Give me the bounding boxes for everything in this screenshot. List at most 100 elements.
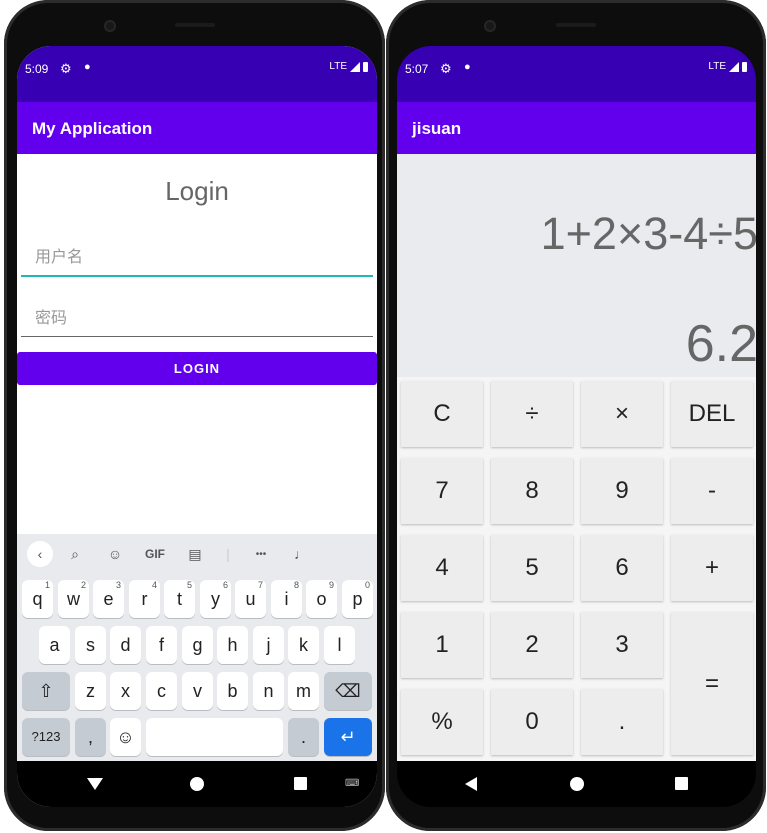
status-bar: 5:07 ⚙ ● LTE — [397, 46, 756, 102]
clear-button[interactable]: C — [401, 381, 483, 447]
digit-2-button[interactable]: 2 — [491, 612, 573, 678]
username-input[interactable] — [21, 241, 373, 277]
digit-3-button[interactable]: 3 — [581, 612, 663, 678]
digit-0-button[interactable]: 0 — [491, 689, 573, 755]
key-u[interactable]: u7 — [235, 580, 266, 618]
key-y[interactable]: y6 — [200, 580, 231, 618]
phone-right: 5:07 ⚙ ● LTE jisuan 1+2×3-4÷5 6.2 C ÷ × … — [386, 0, 766, 831]
key-p[interactable]: p0 — [342, 580, 373, 618]
backspace-key-icon[interactable]: ⌫ — [324, 672, 372, 710]
key-e[interactable]: e3 — [93, 580, 124, 618]
nav-home-icon[interactable] — [570, 777, 584, 791]
key-v[interactable]: v — [182, 672, 213, 710]
front-camera — [484, 20, 496, 32]
key-number-hint: 5 — [186, 580, 192, 590]
digit-4-button[interactable]: 4 — [401, 535, 483, 601]
key-row-bottom: ?123 , ☺ . ↵ — [17, 718, 377, 756]
digit-1-button[interactable]: 1 — [401, 612, 483, 678]
key-f[interactable]: f — [146, 626, 177, 664]
sticker-icon[interactable]: ☺ — [95, 546, 135, 562]
key-m[interactable]: m — [288, 672, 319, 710]
key-o[interactable]: o9 — [306, 580, 337, 618]
expression-text: 1+2×3-4÷5 — [540, 208, 756, 259]
plus-button[interactable]: + — [671, 535, 753, 601]
space-key[interactable] — [146, 718, 283, 756]
nav-back-down-icon[interactable] — [87, 778, 103, 790]
comma-key[interactable]: , — [75, 718, 106, 756]
key-d[interactable]: d — [110, 626, 141, 664]
result-text: 6.2 — [685, 315, 756, 373]
key-k[interactable]: k — [288, 626, 319, 664]
battery-icon — [742, 61, 747, 72]
key-g[interactable]: g — [182, 626, 213, 664]
key-number-hint: 6 — [222, 580, 228, 590]
divide-button[interactable]: ÷ — [491, 381, 573, 447]
key-x[interactable]: x — [110, 672, 141, 710]
symbols-key[interactable]: ?123 — [22, 718, 70, 756]
key-t[interactable]: t5 — [164, 580, 195, 618]
key-row-2: a s d f g h j k l — [17, 626, 377, 664]
emoji-key-icon[interactable]: ☺ — [110, 718, 141, 756]
key-number-hint: 2 — [80, 580, 86, 590]
notification-dot-icon: ● — [464, 61, 471, 73]
clipboard-icon[interactable]: ▤ — [175, 546, 215, 563]
key-letter: p — [352, 589, 363, 609]
key-r[interactable]: r4 — [129, 580, 160, 618]
navigation-bar — [397, 761, 756, 807]
app-title: My Application — [32, 119, 153, 138]
search-icon[interactable]: ⌕ — [55, 546, 95, 563]
calculator-display: 1+2×3-4÷5 6.2 — [397, 154, 756, 377]
collapse-toolbar-button[interactable]: ‹ — [27, 541, 53, 567]
login-button[interactable]: LOGIN — [17, 352, 377, 385]
key-i[interactable]: i8 — [271, 580, 302, 618]
key-l[interactable]: l — [324, 626, 355, 664]
key-h[interactable]: h — [217, 626, 248, 664]
status-time: 5:07 — [405, 62, 429, 76]
digit-8-button[interactable]: 8 — [491, 458, 573, 524]
gif-button[interactable]: GIF — [135, 547, 175, 561]
key-number-hint: 3 — [115, 580, 121, 590]
nav-back-icon[interactable] — [465, 777, 477, 791]
key-letter: e — [103, 589, 114, 609]
phone-left: 5:09 ⚙ ● LTE My Application Login LOGIN … — [4, 0, 385, 831]
nav-recents-icon[interactable] — [294, 777, 307, 790]
decimal-point-button[interactable]: . — [581, 689, 663, 755]
key-number-hint: 1 — [44, 580, 50, 590]
nav-home-icon[interactable] — [190, 777, 204, 791]
app-bar: jisuan — [397, 102, 756, 154]
earpiece — [556, 23, 596, 27]
signal-icon — [350, 61, 360, 72]
key-a[interactable]: a — [39, 626, 70, 664]
shift-key-icon[interactable]: ⇧ — [22, 672, 70, 710]
delete-button[interactable]: DEL — [671, 381, 753, 447]
battery-icon — [363, 61, 368, 72]
microphone-icon[interactable]: ♩ — [281, 546, 321, 562]
key-number-hint: 7 — [257, 580, 263, 590]
key-s[interactable]: s — [75, 626, 106, 664]
key-n[interactable]: n — [253, 672, 284, 710]
nav-recents-icon[interactable] — [675, 777, 688, 790]
signal-icon — [729, 61, 739, 72]
login-form: Login LOGIN — [17, 154, 377, 534]
digit-9-button[interactable]: 9 — [581, 458, 663, 524]
settings-gear-icon: ⚙ — [60, 61, 72, 76]
key-row-1: q1 w2 e3 r4 t5 y6 u7 i8 o9 p0 — [17, 580, 377, 618]
key-b[interactable]: b — [217, 672, 248, 710]
minus-button[interactable]: - — [671, 458, 753, 524]
key-j[interactable]: j — [253, 626, 284, 664]
digit-5-button[interactable]: 5 — [491, 535, 573, 601]
key-c[interactable]: c — [146, 672, 177, 710]
digit-6-button[interactable]: 6 — [581, 535, 663, 601]
password-input[interactable] — [21, 301, 373, 337]
percent-button[interactable]: % — [401, 689, 483, 755]
equals-button[interactable]: = — [671, 612, 753, 755]
key-q[interactable]: q1 — [22, 580, 53, 618]
keyboard-switch-icon[interactable]: ⌨ — [345, 778, 359, 789]
multiply-button[interactable]: × — [581, 381, 663, 447]
period-key[interactable]: . — [288, 718, 319, 756]
key-z[interactable]: z — [75, 672, 106, 710]
key-w[interactable]: w2 — [58, 580, 89, 618]
more-options-button[interactable]: ••• — [241, 549, 281, 560]
enter-key-icon[interactable]: ↵ — [324, 718, 372, 756]
digit-7-button[interactable]: 7 — [401, 458, 483, 524]
